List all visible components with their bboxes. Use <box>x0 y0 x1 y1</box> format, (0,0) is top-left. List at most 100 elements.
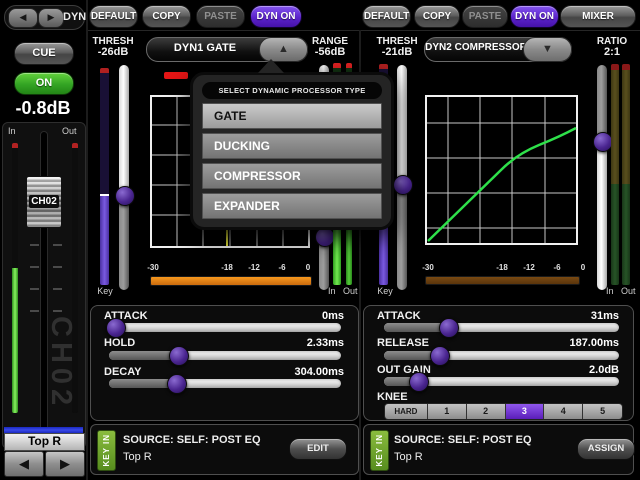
dyn2-release-knob[interactable] <box>430 346 450 366</box>
knee-3-button[interactable]: 3 <box>506 404 545 419</box>
next-channel-button[interactable]: ▶ <box>38 8 64 28</box>
dyn1-range-knob[interactable] <box>315 227 335 247</box>
compressor-curve <box>428 128 576 241</box>
dyn1-keyin-tag-label: KEY IN <box>102 434 111 467</box>
dyn1-scale-tick: 0 <box>306 263 310 272</box>
dyn1-keyin-tag: KEY IN <box>97 430 116 471</box>
dyn2-knee-selector: HARD 1 2 3 4 5 <box>384 403 623 420</box>
mixer-button[interactable]: MIXER <box>560 5 636 28</box>
dyn2-attack-value: 31ms <box>591 310 619 322</box>
dyn1-decay-slider[interactable] <box>109 379 341 388</box>
dyn2-in-meter <box>611 64 619 285</box>
channel-fader-cap[interactable]: CH02 <box>26 176 62 228</box>
dyn2-gr-meter <box>425 276 580 285</box>
fader-tick <box>53 266 62 268</box>
dyn1-hold-slider[interactable] <box>109 351 341 360</box>
dyn2-ratio-value: 2:1 <box>588 47 636 58</box>
dyn1-in-label: In <box>328 286 336 296</box>
knee-5-button[interactable]: 5 <box>583 404 622 419</box>
channel-on-button[interactable]: ON <box>14 72 74 95</box>
channel-name-button[interactable]: Top R <box>4 433 85 451</box>
dyn1-copy-button[interactable]: COPY <box>142 5 191 28</box>
prev-channel-button[interactable]: ◀ <box>8 8 38 28</box>
dyn1-params-panel: ATTACK 0ms HOLD 2.33ms DECAY 304.00ms <box>90 305 359 421</box>
fader-gain-readout: -0.8dB <box>0 98 86 119</box>
popup-title: SELECT DYNAMIC PROCESSOR TYPE <box>202 82 382 99</box>
dyn2-scale-tick: -6 <box>553 263 560 272</box>
dyn2-thresh-knob[interactable] <box>393 175 413 195</box>
fader-tick <box>30 244 39 246</box>
dyn1-hold-value: 2.33ms <box>307 337 344 349</box>
channel-left-button[interactable]: ◀ <box>4 451 44 477</box>
dyn1-default-button[interactable]: DEFAULT <box>89 5 138 28</box>
knee-hard-button[interactable]: HARD <box>385 404 428 419</box>
dyn2-release-slider[interactable] <box>384 351 619 360</box>
dyn1-attack-value: 0ms <box>322 310 344 322</box>
nav-mode-label: DYN <box>63 11 86 23</box>
dyn1-keyin-source: SOURCE: SELF: POST EQ <box>123 434 261 446</box>
popup-option-compressor[interactable]: COMPRESSOR <box>202 163 382 189</box>
popup-option-gate[interactable]: GATE <box>202 103 382 129</box>
left-arrow-icon: ◀ <box>19 456 29 471</box>
knee-2-button[interactable]: 2 <box>467 404 506 419</box>
fader-tick <box>53 288 62 290</box>
dyn2-selector-expand-button[interactable]: ▼ <box>523 37 572 62</box>
dyn1-thresh-slider[interactable] <box>118 65 130 290</box>
toolbar-divider <box>88 30 640 31</box>
popup-callout-arrow <box>258 59 284 73</box>
dyn2-ratio-slider[interactable] <box>596 65 608 290</box>
dyn2-type-selector[interactable]: DYN2 COMPRESSOR ▼ <box>424 37 572 62</box>
dyn1-out-label: Out <box>343 286 358 296</box>
dyn1-hold-label: HOLD <box>104 337 135 349</box>
dyn1-paste-button[interactable]: PASTE <box>196 5 245 28</box>
keyin-assign-button[interactable]: ASSIGN <box>577 438 635 460</box>
channel-right-button[interactable]: ▶ <box>45 451 85 477</box>
dyn2-scale-tick: -30 <box>422 263 434 272</box>
dyn1-thresh-knob[interactable] <box>115 186 135 206</box>
dyn1-gr-meter <box>150 276 312 286</box>
cue-button[interactable]: CUE <box>14 42 74 65</box>
dyn2-keyin-tag-label: KEY IN <box>375 434 384 467</box>
dyn2-outgain-knob[interactable] <box>409 372 429 392</box>
popup-option-ducking[interactable]: DUCKING <box>202 133 382 159</box>
dyn2-thresh-header: THRESH -21dB <box>370 36 424 58</box>
dyn1-scale-tick: -30 <box>147 263 159 272</box>
keyin-edit-button[interactable]: EDIT <box>289 438 347 460</box>
dyn2-outgain-slider[interactable] <box>384 377 619 386</box>
dyn1-on-button[interactable]: DYN ON <box>250 5 302 28</box>
dyn2-attack-slider[interactable] <box>384 323 619 332</box>
compressor-transfer-graph <box>425 95 578 245</box>
dyn1-attack-knob[interactable] <box>106 318 126 338</box>
dyn1-hold-knob[interactable] <box>169 346 189 366</box>
dyn1-attack-slider[interactable] <box>109 323 341 332</box>
dyn1-decay-knob[interactable] <box>167 374 187 394</box>
dyn2-default-button[interactable]: DEFAULT <box>362 5 411 28</box>
strip-in-meter <box>12 143 18 413</box>
dyn2-paste-button[interactable]: PASTE <box>462 5 508 28</box>
dyn2-on-button[interactable]: DYN ON <box>510 5 559 28</box>
dyn2-scale-tick: 0 <box>581 263 585 272</box>
dyn2-keyin-channel: Top R <box>394 451 423 463</box>
chevron-down-icon: ▼ <box>542 43 553 55</box>
dyn2-release-label: RELEASE <box>377 337 429 349</box>
dyn1-key-label: Key <box>92 286 118 296</box>
dyn2-thresh-slider[interactable] <box>396 65 408 290</box>
dyn1-decay-label: DECAY <box>104 366 142 378</box>
fader-tick <box>53 310 62 312</box>
dyn2-ratio-knob[interactable] <box>593 132 613 152</box>
processor-type-popup: SELECT DYNAMIC PROCESSOR TYPE GATE DUCKI… <box>190 72 394 230</box>
popup-option-expander[interactable]: EXPANDER <box>202 193 382 219</box>
dyn1-range-value: -56dB <box>304 47 356 58</box>
dynamics-screen: ◀ ▶ DYN CUE ON -0.8dB In Out CH02 CH02 T… <box>0 0 640 480</box>
knee-1-button[interactable]: 1 <box>428 404 467 419</box>
dyn1-keyin-channel: Top R <box>123 451 152 463</box>
dyn2-knee-label: KNEE <box>377 391 408 403</box>
left-arrow-icon: ◀ <box>20 12 27 22</box>
dyn2-copy-button[interactable]: COPY <box>414 5 460 28</box>
strip-out-label: Out <box>62 126 77 136</box>
knee-4-button[interactable]: 4 <box>544 404 583 419</box>
dyn2-attack-knob[interactable] <box>439 318 459 338</box>
strip-in-label: In <box>8 126 16 136</box>
dyn1-scale-tick: -18 <box>221 263 233 272</box>
fader-tick <box>53 244 62 246</box>
